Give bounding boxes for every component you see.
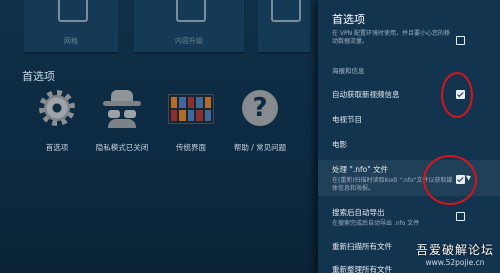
main-view: 网格 内容升级 首选项 首选项 隐私模式已关闭 传统界面 ? 帮助 / 常见问题 [0, 0, 318, 273]
gear-icon [37, 88, 77, 128]
setting-sublabel: 在 VPN 配置环境时使用，并且要小心您的移动数据流量。 [332, 30, 451, 45]
setting-sublabel: 在搜索完成后自动导出 .nfo 文件 [332, 220, 420, 227]
document-icon [271, 0, 301, 22]
category-privacy[interactable]: 隐私模式已关闭 [89, 88, 155, 153]
category-classic-ui[interactable]: 传统界面 [158, 88, 224, 153]
grid-icon [58, 0, 88, 22]
setting-row-auto-export[interactable]: 搜索后自动导出 在搜索完成后自动导出 .nfo 文件 [332, 207, 492, 228]
top-tile-label: 内容升级 [175, 37, 203, 45]
watermark-url: www.52pojie.cn [425, 258, 485, 267]
top-tile-content[interactable]: 内容升级 [134, 0, 244, 54]
section-heading-posters: 海报和信息 [332, 67, 365, 75]
incognito-icon [102, 88, 142, 128]
setting-row-mobile-data[interactable]: 在 VPN 配置环境时使用，并且要小心您的移动数据流量。 [332, 30, 492, 46]
category-help[interactable]: ? 帮助 / 常见问题 [227, 88, 293, 153]
top-tile-grid[interactable]: 网格 [24, 0, 118, 54]
annotation-circle [441, 72, 473, 118]
category-label: 首选项 [45, 143, 69, 152]
setting-label: 电影 [332, 140, 347, 149]
category-label: 传统界面 [176, 143, 206, 152]
panel-title: 首选项 [332, 13, 365, 26]
preferences-panel: 首选项 在 VPN 配置环境时使用，并且要小心您的移动数据流量。 海报和信息 自… [318, 0, 500, 273]
watermark: 吾爱破解论坛 www.52pojie.cn [416, 241, 494, 267]
setting-row-tv-shows[interactable]: 电视节目 [332, 114, 492, 125]
setting-row-movies[interactable]: 电影 [332, 139, 492, 150]
top-tile-label: 网格 [64, 37, 78, 45]
top-tile-document[interactable] [258, 0, 310, 54]
skin-thumbnail-icon [168, 88, 214, 128]
category-preferences[interactable]: 首选项 [24, 88, 90, 153]
setting-label: 搜索后自动导出 [332, 208, 385, 217]
content-icon [176, 0, 206, 22]
setting-checkbox[interactable] [456, 212, 465, 221]
watermark-title: 吾爱破解论坛 [415, 243, 494, 257]
setting-checkbox[interactable] [456, 36, 465, 45]
help-icon: ? [240, 88, 280, 128]
category-label: 隐私模式已关闭 [95, 143, 149, 152]
setting-label: 电视节目 [332, 115, 362, 124]
section-title: 首选项 [22, 70, 55, 83]
category-label: 帮助 / 常见问题 [233, 143, 287, 152]
